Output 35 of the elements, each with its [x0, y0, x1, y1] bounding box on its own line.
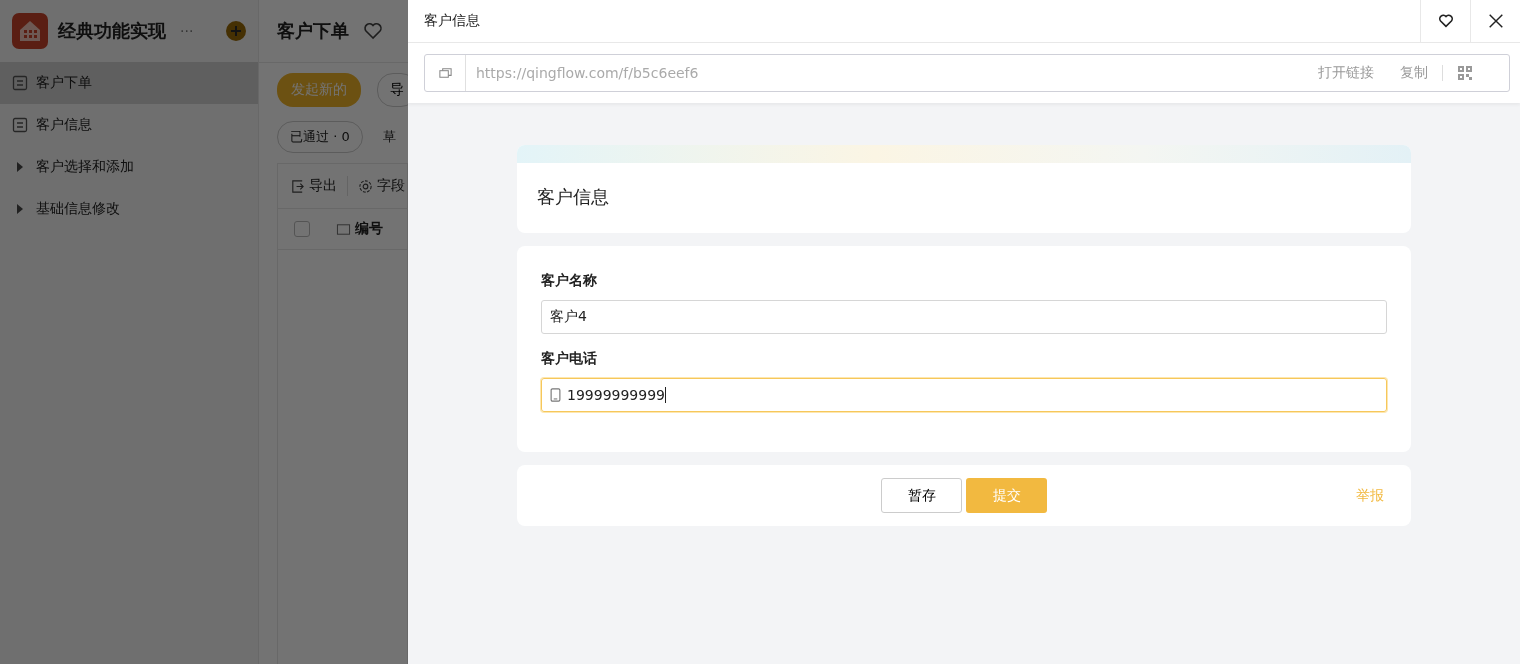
gear-icon: [358, 178, 373, 194]
page-title: 客户下单: [277, 19, 349, 43]
input-field[interactable]: 19999999999: [541, 378, 1387, 412]
phone-icon: [550, 388, 561, 402]
sidebar-item[interactable]: 客户信息: [0, 104, 258, 146]
copy-button[interactable]: 复制: [1400, 64, 1428, 82]
save-draft-button[interactable]: 暂存: [881, 478, 962, 513]
form-title: 客户信息: [537, 186, 609, 207]
sidebar-item[interactable]: 客户下单: [0, 62, 258, 104]
form-icon: [12, 117, 28, 133]
drawer-title: 客户信息: [423, 11, 481, 30]
field-label: 客户名称: [541, 272, 598, 290]
qr-code-icon[interactable]: [1457, 65, 1473, 81]
sidebar-item[interactable]: 客户选择和添加: [0, 146, 258, 188]
field-label: 客户电话: [541, 350, 598, 368]
export-icon: [290, 178, 305, 194]
filter-tab[interactable]: 草: [382, 128, 396, 146]
import-button[interactable]: 导: [377, 73, 408, 107]
more-button[interactable]: ···: [180, 23, 194, 39]
fields-button[interactable]: 字段: [358, 177, 405, 195]
heart-icon: [1436, 12, 1455, 30]
column-header: 编号: [336, 220, 383, 238]
app-title: 经典功能实现: [58, 19, 166, 43]
input-field[interactable]: 客户4: [541, 300, 1387, 334]
add-icon[interactable]: [226, 21, 246, 41]
heart-icon[interactable]: [363, 21, 383, 41]
sidebar-item[interactable]: 基础信息修改: [0, 188, 258, 230]
export-button[interactable]: 导出: [290, 177, 337, 195]
select-all-checkbox[interactable]: [294, 221, 310, 237]
url-text: https://qingflow.com/f/b5c6eef6: [475, 65, 700, 81]
open-link-button[interactable]: 打开链接: [1318, 64, 1374, 82]
form-icon: [12, 75, 28, 91]
app-logo-icon: [12, 13, 48, 49]
close-icon: [1486, 12, 1505, 30]
window-icon: [437, 65, 453, 81]
